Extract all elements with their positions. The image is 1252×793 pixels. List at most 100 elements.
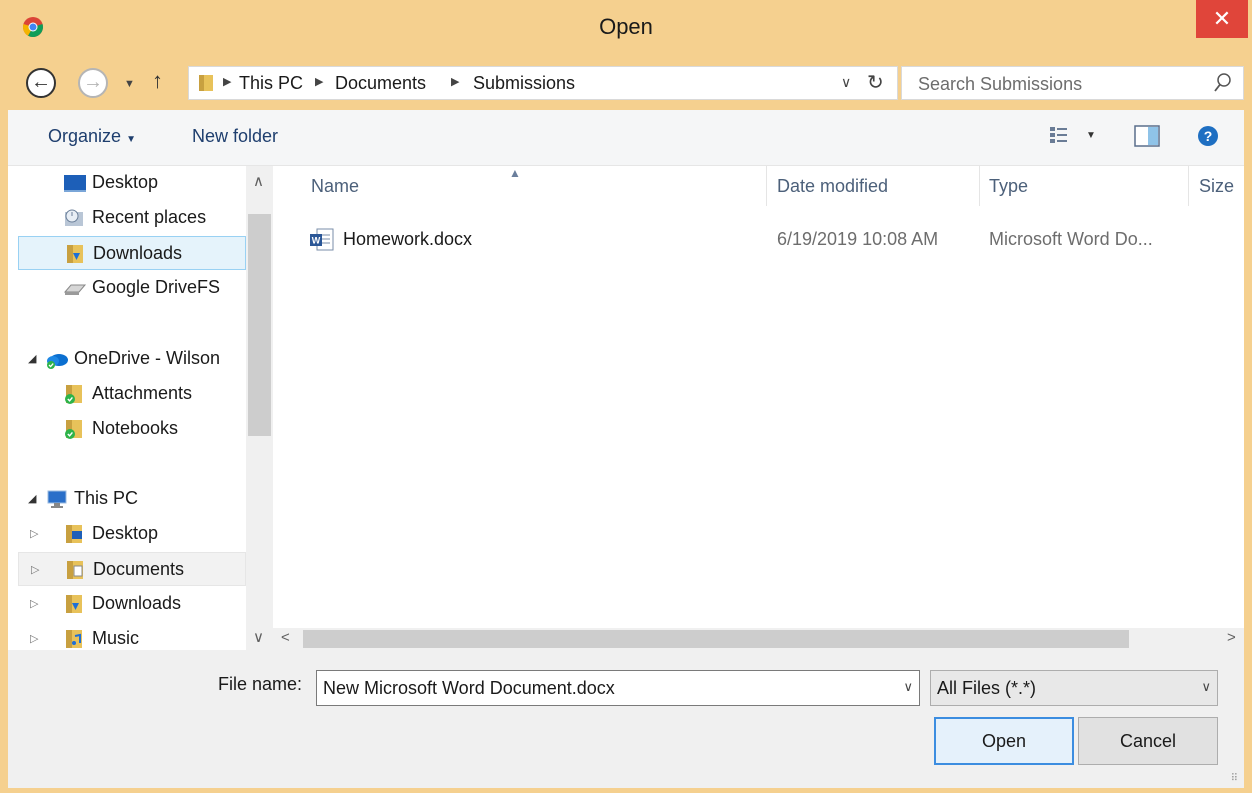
chevron-down-icon[interactable]: ∨: [903, 679, 913, 695]
folder-icon: [199, 75, 213, 91]
search-placeholder: Search Submissions: [918, 74, 1083, 94]
horizontal-scrollbar-thumb[interactable]: [303, 630, 1129, 648]
nav-item-label: Desktop: [92, 172, 159, 192]
close-button[interactable]: ✕: [1196, 0, 1248, 38]
column-divider[interactable]: [979, 166, 980, 206]
column-divider[interactable]: [1188, 166, 1189, 206]
nav-item-label: Downloads: [92, 593, 182, 613]
scroll-right-arrow-icon[interactable]: >: [1227, 629, 1236, 646]
svg-text:?: ?: [1204, 128, 1213, 144]
preview-pane-icon[interactable]: [1134, 124, 1160, 148]
desktop-folder-icon: [66, 525, 82, 543]
scroll-left-arrow-icon[interactable]: <: [281, 629, 290, 646]
horizontal-scrollbar[interactable]: < >: [273, 628, 1244, 650]
nav-scrollbar-thumb[interactable]: [248, 214, 271, 436]
nav-item-label: Documents: [93, 559, 185, 579]
back-button[interactable]: ←: [26, 68, 56, 98]
nav-item-desktop[interactable]: Desktop: [18, 166, 246, 200]
new-folder-button[interactable]: New folder: [192, 126, 278, 147]
collapsed-arrow-icon[interactable]: ▷: [30, 527, 38, 540]
dialog-title: Open: [599, 14, 653, 39]
scroll-up-arrow-icon[interactable]: ∧: [253, 172, 264, 190]
nav-item-downloads[interactable]: Downloads: [18, 236, 246, 270]
desktop-icon: [64, 175, 86, 192]
svg-text:W: W: [312, 236, 321, 246]
nav-item-label: Recent places: [92, 207, 207, 227]
synced-folder-icon: [65, 420, 82, 439]
command-toolbar: Organize ▼ New folder ▼ ?: [8, 110, 1244, 166]
breadcrumb-this-pc[interactable]: This PC: [239, 73, 303, 94]
search-input[interactable]: Search Submissions: [901, 66, 1244, 100]
breadcrumb-documents[interactable]: Documents: [335, 73, 426, 94]
file-list: ▲ Name Date modified Type Size W Homewor…: [273, 166, 1244, 650]
nav-item-notebooks[interactable]: Notebooks: [18, 412, 246, 446]
file-name-input[interactable]: New Microsoft Word Document.docx: [323, 678, 615, 699]
expanded-arrow-icon[interactable]: ◢: [28, 492, 36, 505]
address-bar[interactable]: ▶ This PC ▶ Documents ▶ Submissions ∨ ↻: [188, 66, 898, 100]
downloads-folder-icon: [67, 245, 83, 263]
nav-item-pc-documents[interactable]: ▷ Documents: [18, 552, 246, 586]
nav-item-pc-downloads[interactable]: ▷ Downloads: [18, 587, 246, 621]
dialog-body: ← → ▼ ↑ ▶ This PC ▶ Documents ▶ Submissi…: [8, 58, 1244, 788]
nav-item-onedrive[interactable]: ◢ OneDrive - Wilson: [18, 342, 246, 376]
sort-ascending-icon: ▲: [509, 166, 521, 180]
synced-folder-icon: [65, 385, 82, 404]
nav-item-pc-desktop[interactable]: ▷ Desktop: [18, 517, 246, 551]
nav-item-label: Google DriveFS: [92, 277, 221, 297]
title-bar: Open ✕: [0, 0, 1252, 62]
file-type: Microsoft Word Do...: [989, 229, 1153, 249]
column-header-type[interactable]: Type: [989, 176, 1028, 197]
organize-button[interactable]: Organize ▼: [48, 126, 136, 147]
address-row: ← → ▼ ↑ ▶ This PC ▶ Documents ▶ Submissi…: [8, 58, 1244, 110]
music-folder-icon: [66, 630, 82, 648]
expanded-arrow-icon[interactable]: ◢: [28, 352, 36, 365]
nav-item-label: Attachments: [92, 383, 193, 403]
documents-folder-icon: [67, 561, 83, 579]
scroll-down-arrow-icon[interactable]: ∨: [253, 628, 264, 646]
column-header-date-modified[interactable]: Date modified: [777, 176, 888, 197]
forward-button[interactable]: →: [78, 68, 108, 98]
onedrive-icon: [47, 354, 68, 369]
file-name: Homework.docx: [343, 229, 473, 249]
nav-item-attachments[interactable]: Attachments: [18, 377, 246, 411]
dialog-footer: File name: New Microsoft Word Document.d…: [8, 650, 1244, 788]
view-dropdown-icon[interactable]: ▼: [1086, 130, 1096, 141]
collapsed-arrow-icon[interactable]: ▷: [30, 632, 38, 645]
downloads-folder-icon: [66, 595, 82, 613]
recent-locations-dropdown-icon[interactable]: ▼: [124, 78, 135, 90]
organize-caret-icon: ▼: [126, 134, 136, 145]
resize-grip-icon[interactable]: ⠿: [1231, 773, 1238, 784]
help-icon[interactable]: ?: [1196, 124, 1220, 148]
breadcrumb-separator-icon: ▶: [315, 76, 324, 88]
column-header-size[interactable]: Size: [1199, 176, 1234, 197]
column-header-name[interactable]: Name: [311, 176, 359, 197]
collapsed-arrow-icon[interactable]: ▷: [31, 563, 39, 576]
drive-icon: [63, 284, 87, 295]
this-pc-icon: [47, 490, 67, 508]
collapsed-arrow-icon[interactable]: ▷: [30, 597, 38, 610]
column-divider[interactable]: [766, 166, 767, 206]
nav-item-label: This PC: [74, 488, 139, 508]
refresh-icon[interactable]: ↻: [867, 70, 884, 95]
file-type-filter-select[interactable]: All Files (*.*) ∨: [930, 670, 1218, 706]
file-name-label: File name:: [218, 674, 303, 694]
up-arrow-icon[interactable]: ↑: [152, 68, 163, 94]
nav-item-google-drivefs[interactable]: Google DriveFS: [18, 271, 246, 305]
nav-item-recent-places[interactable]: Recent places: [18, 201, 246, 235]
file-type-filter-value: All Files (*.*): [937, 678, 1037, 698]
file-name-combobox[interactable]: New Microsoft Word Document.docx ∨: [316, 670, 920, 706]
nav-item-this-pc[interactable]: ◢ This PC: [18, 482, 246, 516]
nav-item-label: Notebooks: [92, 418, 179, 438]
search-icon: [1214, 73, 1231, 92]
breadcrumb-submissions[interactable]: Submissions: [473, 73, 575, 94]
file-row[interactable]: W Homework.docx 6/19/2019 10:08 AM Micro…: [303, 224, 1233, 256]
nav-item-label: Desktop: [92, 523, 159, 543]
view-options-icon[interactable]: [1048, 124, 1070, 146]
nav-item-pc-music[interactable]: ▷ Music: [18, 622, 246, 650]
chevron-down-icon[interactable]: ∨: [1201, 679, 1211, 695]
open-button[interactable]: Open: [934, 717, 1074, 765]
cancel-button[interactable]: Cancel: [1078, 717, 1218, 765]
address-dropdown-icon[interactable]: ∨: [841, 74, 851, 91]
organize-label: Organize: [48, 126, 122, 146]
nav-item-label: OneDrive - Wilson: [74, 348, 221, 368]
